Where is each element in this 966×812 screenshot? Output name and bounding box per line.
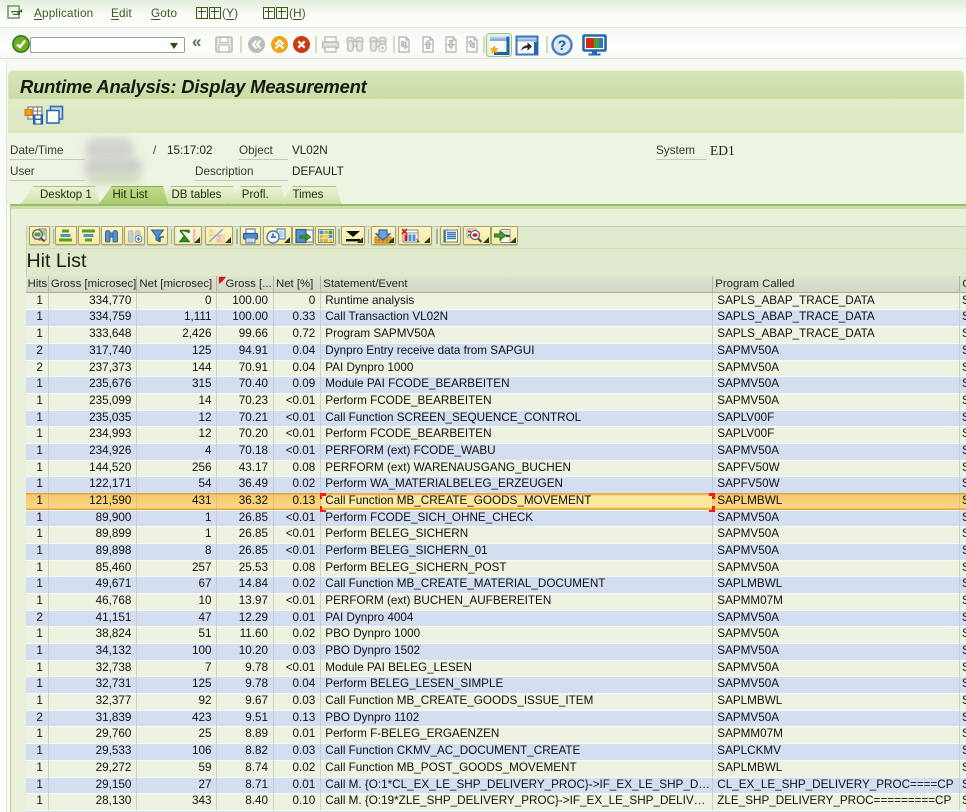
svg-text:?: ? [558, 37, 567, 53]
svg-text:Σ: Σ [209, 229, 214, 238]
svg-text:Σ: Σ [217, 234, 223, 244]
